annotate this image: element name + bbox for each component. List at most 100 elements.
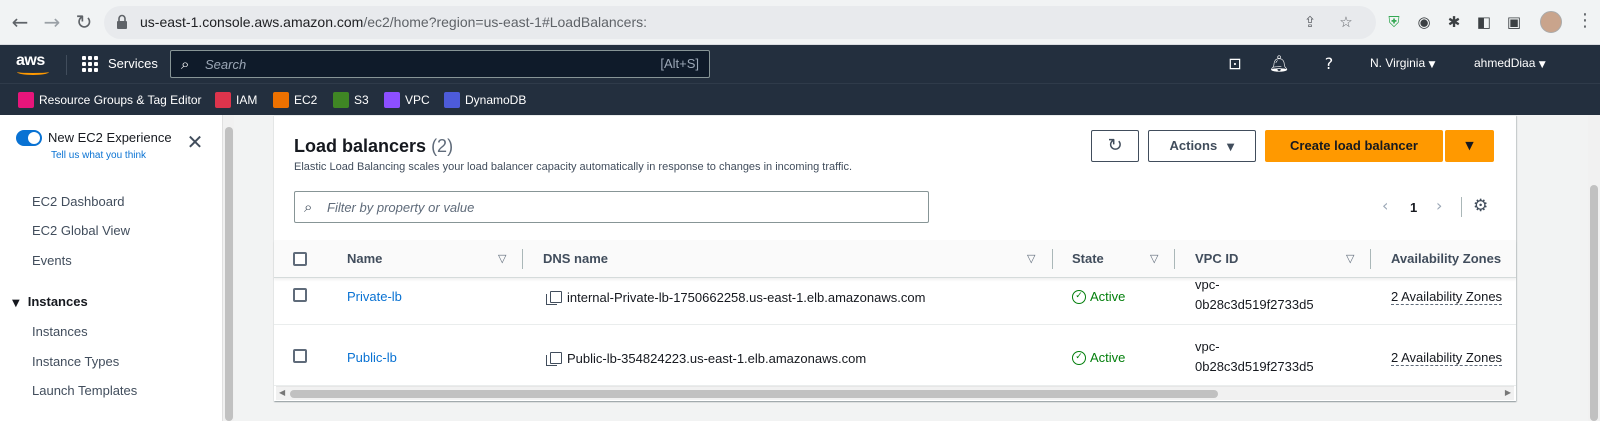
sidebar-item-events[interactable]: Events xyxy=(32,253,72,268)
help-icon[interactable]: ? xyxy=(1318,53,1340,75)
availability-zones-link[interactable]: 2 Availability Zones xyxy=(1391,289,1503,305)
sidebar-item-ec2-global-view[interactable]: EC2 Global View xyxy=(32,223,130,238)
cloudshell-icon[interactable]: ⊡ xyxy=(1224,53,1246,75)
actions-button[interactable]: Actions ▼ xyxy=(1148,130,1256,162)
column-divider[interactable] xyxy=(1370,249,1371,269)
favorite-label: VPC xyxy=(405,93,430,107)
grid-icon xyxy=(82,55,98,72)
check-circle-icon: ✓ xyxy=(1072,350,1086,365)
vpc-icon xyxy=(384,92,400,108)
share-icon[interactable]: ⇪ xyxy=(1300,12,1320,32)
status-badge: ✓ Active xyxy=(1072,289,1125,305)
status-text: Active xyxy=(1090,350,1126,365)
actions-label: Actions xyxy=(1169,138,1218,153)
filter-input[interactable] xyxy=(327,198,887,216)
column-header-dns-name[interactable]: DNS name xyxy=(543,251,608,266)
back-icon[interactable]: ← xyxy=(8,10,32,34)
row-checkbox[interactable] xyxy=(293,288,307,302)
column-header-vpc-id[interactable]: VPC ID xyxy=(1195,251,1238,266)
column-header-availability-zones[interactable]: Availability Zones xyxy=(1391,251,1501,266)
caret-down-icon: ▼ xyxy=(1465,139,1474,152)
scrollbar-thumb[interactable] xyxy=(1590,185,1598,421)
sidebar-item-instances[interactable]: Instances xyxy=(32,324,88,339)
feedback-link[interactable]: Tell us what you think xyxy=(51,150,146,161)
favorite-ec2[interactable]: EC2 xyxy=(273,92,317,108)
sort-icon[interactable]: ▽ xyxy=(1150,252,1158,265)
caret-down-icon: ▼ xyxy=(12,298,20,309)
lb-name-link[interactable]: Public-lb xyxy=(347,350,397,365)
refresh-icon: ↻ xyxy=(1107,135,1123,156)
copy-icon[interactable] xyxy=(546,291,562,305)
sidebar-scrollbar[interactable] xyxy=(222,115,234,421)
page-number[interactable]: 1 xyxy=(1410,200,1417,215)
prev-page-icon[interactable]: ‹ xyxy=(1382,196,1388,215)
column-divider[interactable] xyxy=(1052,249,1053,269)
global-search[interactable]: ⌕ [Alt+S] xyxy=(170,50,710,78)
services-menu[interactable]: Services xyxy=(82,53,158,75)
aws-top-nav: aws Services ⌕ [Alt+S] ⊡ 🔔︎ ? N. Virgini… xyxy=(0,45,1600,83)
lb-name-link[interactable]: Private-lb xyxy=(347,289,402,304)
scroll-left-icon[interactable]: ◀ xyxy=(279,388,285,397)
scrollbar-thumb[interactable] xyxy=(225,127,233,421)
ec2-sidebar: New EC2 Experience Tell us what you thin… xyxy=(0,115,226,421)
favorite-resource-groups[interactable]: Resource Groups & Tag Editor xyxy=(18,92,202,108)
sidebar-item-instance-types[interactable]: Instance Types xyxy=(32,354,119,369)
table-row[interactable]: Public-lb Public-lb-354824223.us-east-1.… xyxy=(274,326,1516,386)
new-experience-toggle[interactable] xyxy=(16,130,42,146)
tab-search-icon[interactable]: ▣ xyxy=(1504,12,1524,32)
column-divider[interactable] xyxy=(522,249,523,269)
resource-groups-icon xyxy=(18,92,34,108)
bookmark-star-icon[interactable]: ☆ xyxy=(1336,12,1356,32)
extension-icon[interactable]: ◉ xyxy=(1414,12,1434,32)
favorite-dynamodb[interactable]: DynamoDB xyxy=(444,92,526,108)
sidebar-item-ec2-dashboard[interactable]: EC2 Dashboard xyxy=(32,194,125,209)
row-checkbox[interactable] xyxy=(293,349,307,363)
settings-gear-icon[interactable]: ⚙ xyxy=(1473,196,1488,216)
next-page-icon[interactable]: › xyxy=(1436,196,1442,215)
column-divider[interactable] xyxy=(1174,249,1175,269)
filter-box[interactable]: ⌕ xyxy=(294,191,929,223)
refresh-button[interactable]: ↻ xyxy=(1091,130,1139,162)
browser-menu-icon[interactable]: ⋮ xyxy=(1576,10,1594,34)
aws-logo[interactable]: aws xyxy=(16,52,45,70)
forward-icon[interactable]: → xyxy=(40,10,64,34)
table-horizontal-scrollbar[interactable]: ◀ ▶ xyxy=(276,386,1514,400)
side-panel-icon[interactable]: ◧ xyxy=(1474,12,1494,32)
search-icon: ⌕ xyxy=(181,55,190,73)
load-balancers-panel: Load balancers (2) Elastic Load Balancin… xyxy=(274,115,1516,401)
create-load-balancer-button[interactable]: Create load balancer xyxy=(1265,130,1443,162)
favorite-label: IAM xyxy=(236,93,258,107)
favorite-iam[interactable]: IAM xyxy=(215,92,257,108)
close-icon[interactable]: ✕ xyxy=(186,132,204,152)
scroll-right-icon[interactable]: ▶ xyxy=(1505,388,1511,397)
status-badge: ✓ Active xyxy=(1072,350,1125,366)
create-dropdown-button[interactable]: ▼ xyxy=(1445,130,1494,162)
copy-icon[interactable] xyxy=(546,352,562,366)
sort-icon[interactable]: ▽ xyxy=(498,252,506,265)
sort-icon[interactable]: ▽ xyxy=(1027,252,1035,265)
vpc-id-line2: 0b28c3d519f2733d5 xyxy=(1195,359,1314,374)
table-row[interactable]: Private-lb internal-Private-lb-175066225… xyxy=(274,277,1516,325)
address-bar[interactable]: us-east-1.console.aws.amazon.com/ec2/hom… xyxy=(104,6,1376,39)
reload-icon[interactable]: ↻ xyxy=(72,10,96,34)
select-all-checkbox[interactable] xyxy=(293,252,307,266)
notifications-bell-icon[interactable]: 🔔︎ xyxy=(1268,53,1290,75)
column-header-state[interactable]: State xyxy=(1072,251,1104,266)
shield-extension-icon[interactable]: ⛨ xyxy=(1384,12,1404,32)
sidebar-section-instances[interactable]: ▼ Instances xyxy=(12,294,88,309)
profile-avatar[interactable] xyxy=(1540,11,1562,33)
page-scrollbar[interactable] xyxy=(1588,115,1600,421)
sort-icon[interactable]: ▽ xyxy=(1346,252,1354,265)
favorite-vpc[interactable]: VPC xyxy=(384,92,430,108)
scrollbar-thumb[interactable] xyxy=(290,390,1218,398)
puzzle-extensions-icon[interactable]: ✱ xyxy=(1444,12,1464,32)
account-menu[interactable]: ahmedDiaa ▼ xyxy=(1474,56,1546,70)
column-header-name[interactable]: Name xyxy=(347,251,382,266)
search-input[interactable] xyxy=(205,54,625,74)
favorite-s3[interactable]: S3 xyxy=(333,92,369,108)
search-shortcut: [Alt+S] xyxy=(660,56,699,71)
availability-zones-link[interactable]: 2 Availability Zones xyxy=(1391,350,1503,366)
sidebar-item-launch-templates[interactable]: Launch Templates xyxy=(32,383,137,398)
region-selector[interactable]: N. Virginia ▼ xyxy=(1370,56,1435,70)
dns-name: Public-lb-354824223.us-east-1.elb.amazon… xyxy=(567,351,867,366)
